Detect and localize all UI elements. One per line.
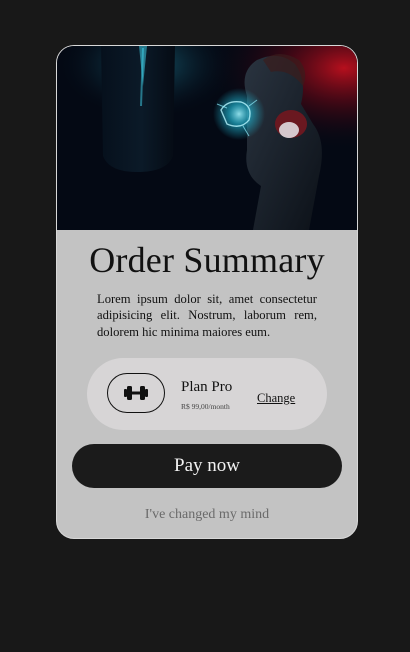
order-summary-card: Order Summary Lorem ipsum dolor sit, ame…	[56, 45, 358, 539]
plan-price: R$ 99,00/month	[181, 402, 230, 411]
hero-image-boxer	[57, 46, 357, 230]
dumbbell-icon	[107, 373, 165, 413]
change-plan-link[interactable]: Change	[257, 391, 295, 406]
pay-now-button[interactable]: Pay now	[72, 444, 342, 488]
plan-name: Plan Pro	[181, 379, 233, 395]
plan-summary: Plan Pro R$ 99,00/month Change	[87, 358, 327, 430]
cancel-order-link[interactable]: I've changed my mind	[57, 507, 357, 523]
page-title: Order Summary	[89, 240, 325, 280]
order-description: Lorem ipsum dolor sit, amet consectetur …	[97, 292, 317, 339]
